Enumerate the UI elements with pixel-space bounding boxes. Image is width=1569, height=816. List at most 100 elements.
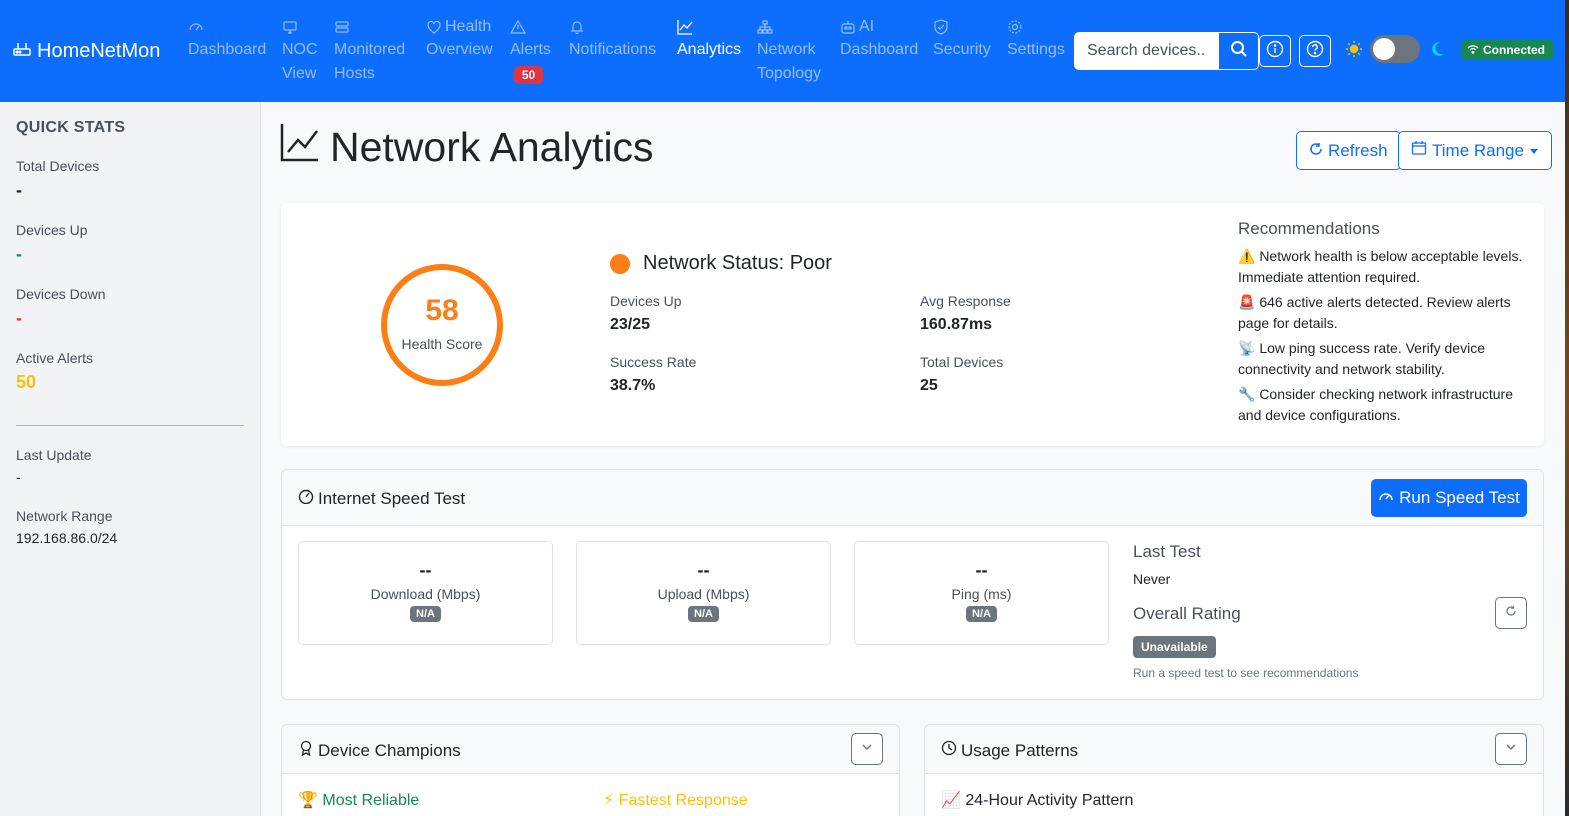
help-button[interactable] [1299, 35, 1331, 67]
ping-card: -- Ping (ms) N/A [854, 541, 1109, 645]
upload-badge: N/A [688, 606, 719, 622]
sun-icon [1345, 40, 1363, 58]
diagram-icon [757, 19, 773, 35]
success-rate-label: Success Rate [610, 354, 697, 370]
usage-patterns-title: Usage Patterns [941, 740, 1078, 761]
search-icon [1230, 40, 1248, 63]
bell-icon [569, 19, 585, 35]
speedometer-icon [188, 19, 204, 35]
speed-test-title: Internet Speed Test [298, 488, 465, 509]
run-speed-test-button[interactable]: Run Speed Test [1371, 479, 1527, 517]
recommendation-item: 🚨 646 active alerts detected. Review ale… [1238, 294, 1511, 331]
toggle-knob [1373, 38, 1395, 60]
time-range-dropdown[interactable]: Time Range [1398, 131, 1552, 170]
search-input[interactable] [1074, 32, 1218, 70]
total-devices-value: - [16, 180, 22, 200]
recommendations-title: Recommendations [1238, 219, 1380, 238]
speed-test-header: Internet Speed Test [282, 470, 1543, 526]
ping-value: -- [975, 560, 988, 580]
devices-up-metric-label: Devices Up [610, 293, 682, 309]
avg-response-label: Avg Response [920, 293, 1011, 309]
router-icon [12, 38, 32, 64]
upload-card: -- Upload (Mbps) N/A [576, 541, 831, 645]
moon-icon [1428, 40, 1446, 58]
nav-network-topology[interactable]: Network Topology [757, 16, 821, 86]
nav-health-overview[interactable]: Health Overview [426, 16, 493, 62]
device-champions-title: Device Champions [298, 740, 461, 761]
speed-test-refresh-button[interactable] [1495, 597, 1527, 629]
nav-security[interactable]: Security [933, 16, 991, 62]
recommendation-item: 📡 Low ping success rate. Verify device c… [1238, 340, 1485, 377]
server-icon [334, 19, 350, 35]
download-badge: N/A [410, 606, 441, 622]
devices-up-label: Devices Up [16, 222, 88, 238]
search-button[interactable] [1218, 32, 1259, 70]
speed-test-hint: Run a speed test to see recommendations [1133, 666, 1359, 680]
graph-icon [280, 122, 320, 172]
chevron-down-icon [1505, 740, 1517, 758]
most-reliable-heading: 🏆 Most Reliable [298, 792, 420, 809]
devices-down-value: - [16, 308, 22, 328]
network-range-value: 192.168.86.0/24 [16, 530, 118, 546]
total-devices-metric-value: 25 [920, 377, 938, 394]
usage-patterns-collapse-button[interactable] [1495, 733, 1527, 765]
upload-value: -- [697, 560, 710, 580]
nav-notifications[interactable]: Notifications [569, 16, 656, 62]
gear-icon [1007, 19, 1023, 35]
devices-down-label: Devices Down [16, 286, 106, 302]
nav-noc-view[interactable]: NOC View [282, 16, 318, 86]
graph-icon [677, 19, 693, 35]
info-button[interactable] [1259, 35, 1291, 67]
nav-settings[interactable]: Settings [1007, 16, 1065, 62]
overall-rating-label: Overall Rating [1133, 604, 1241, 623]
nav-ai-dashboard[interactable]: AI Dashboard [840, 16, 918, 62]
top-navbar: HomeNetMon Dashboard NOC View Monitored … [0, 0, 1565, 102]
last-test-label: Last Test [1133, 542, 1201, 561]
ping-badge: N/A [966, 606, 997, 622]
shield-icon [933, 19, 949, 35]
success-rate-value: 38.7% [610, 377, 656, 394]
chevron-down-icon [861, 740, 873, 758]
window-edge [1565, 0, 1569, 816]
brand-link[interactable]: HomeNetMon [12, 38, 160, 64]
recommendation-item: 🔧 Consider checking network infrastructu… [1238, 386, 1513, 423]
total-devices-metric-label: Total Devices [920, 354, 1004, 370]
last-test-value: Never [1133, 571, 1171, 587]
total-devices-label: Total Devices [16, 158, 100, 174]
last-update-value: - [16, 469, 21, 485]
upload-label: Upload (Mbps) [657, 586, 750, 602]
refresh-button[interactable]: Refresh [1296, 131, 1401, 170]
quick-stats-title: QUICK STATS [16, 119, 126, 136]
active-alerts-label: Active Alerts [16, 350, 94, 366]
wifi-icon [1467, 43, 1479, 57]
monitor-icon [282, 19, 298, 35]
activity-pattern-heading: 📈 24-Hour Activity Pattern [941, 792, 1134, 809]
theme-toggle[interactable] [1370, 35, 1420, 63]
info-icon [1266, 40, 1284, 63]
question-icon [1306, 40, 1324, 63]
sidebar-divider [16, 425, 244, 426]
connection-status-badge: Connected [1461, 39, 1554, 60]
nav-monitored-hosts[interactable]: Monitored Hosts [334, 16, 405, 86]
nav-analytics[interactable]: Analytics [677, 16, 741, 62]
active-alerts-value: 50 [16, 372, 37, 392]
status-indicator-dot [610, 254, 630, 274]
clock-icon [941, 740, 957, 761]
warning-icon [510, 19, 526, 35]
last-update-label: Last Update [16, 447, 92, 463]
avg-response-value: 160.87ms [920, 316, 993, 333]
refresh-icon [1505, 604, 1517, 622]
device-champions-header: Device Champions [282, 725, 899, 774]
overall-rating-badge: Unavailable [1133, 636, 1216, 658]
network-range-label: Network Range [16, 508, 113, 524]
device-champions-collapse-button[interactable] [851, 733, 883, 765]
nav-alerts[interactable]: Alerts [510, 16, 551, 62]
fastest-response-heading: ⚡ Fastest Response [603, 792, 748, 809]
award-icon [298, 740, 314, 761]
usage-patterns-header: Usage Patterns [925, 725, 1543, 774]
health-score-label: Health Score [401, 336, 483, 352]
speedometer-icon [1378, 488, 1394, 509]
devices-up-metric-value: 23/25 [610, 316, 651, 333]
nav-dashboard[interactable]: Dashboard [188, 16, 266, 62]
download-value: -- [419, 560, 432, 580]
